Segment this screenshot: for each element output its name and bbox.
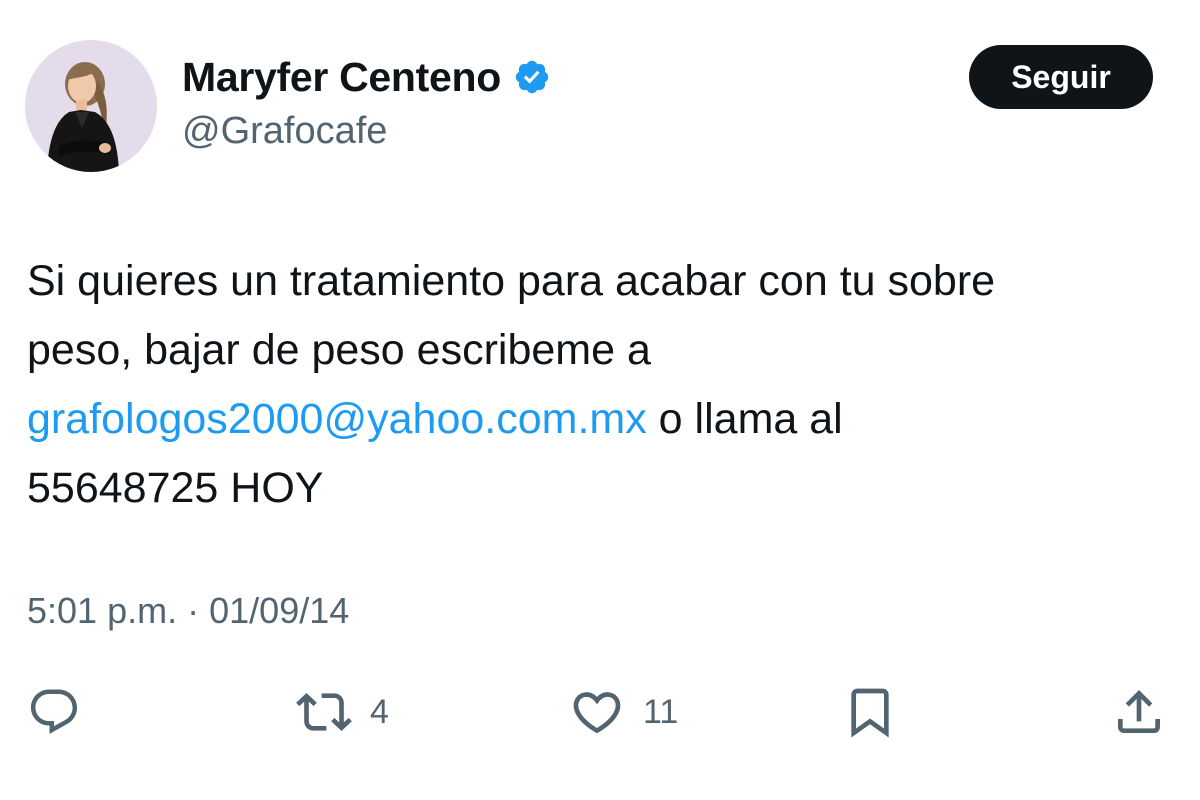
email-link[interactable]: grafologos2000@yahoo.com.mx bbox=[27, 395, 647, 443]
tweet-timestamp[interactable]: 5:01 p.m. · 01/09/14 bbox=[27, 590, 349, 632]
tweet-text-line-3: grafologos2000@yahoo.com.mx o llama al bbox=[27, 385, 1177, 454]
display-name[interactable]: Maryfer Centeno bbox=[182, 54, 501, 101]
follow-button[interactable]: Seguir bbox=[969, 45, 1153, 109]
tweet-text-line-2: peso, bajar de peso escribeme a bbox=[27, 326, 651, 374]
tweet-action-bar: 4 11 bbox=[0, 680, 1200, 744]
bookmark-icon bbox=[842, 684, 898, 740]
retweet-button[interactable]: 4 bbox=[296, 680, 389, 744]
tweet-date: 01/09/14 bbox=[209, 590, 350, 631]
like-button[interactable]: 11 bbox=[569, 680, 678, 744]
tweet-text-line-3-rest: o llama al bbox=[646, 395, 843, 443]
author-name-row: Maryfer Centeno bbox=[182, 52, 551, 102]
retweet-icon bbox=[296, 684, 352, 740]
reply-icon bbox=[27, 685, 81, 739]
verified-badge-icon bbox=[513, 58, 551, 96]
timestamp-separator: · bbox=[187, 590, 200, 631]
share-icon bbox=[1111, 684, 1167, 740]
share-button[interactable] bbox=[1111, 680, 1167, 744]
tweet-time: 5:01 p.m. bbox=[27, 590, 178, 631]
tweet-text-line-1: Si quieres un tratamiento para acabar co… bbox=[27, 257, 996, 305]
heart-icon bbox=[569, 684, 625, 740]
like-count: 11 bbox=[643, 692, 679, 731]
avatar-photo bbox=[25, 40, 157, 172]
bookmark-button[interactable] bbox=[842, 680, 898, 744]
avatar[interactable] bbox=[25, 40, 157, 172]
reply-button[interactable] bbox=[27, 680, 81, 744]
tweet-text: Si quieres un tratamiento para acabar co… bbox=[27, 247, 1177, 523]
retweet-count: 4 bbox=[370, 692, 389, 731]
user-handle[interactable]: @Grafocafe bbox=[182, 110, 387, 153]
tweet-text-line-4: 55648725 HOY bbox=[27, 464, 324, 512]
